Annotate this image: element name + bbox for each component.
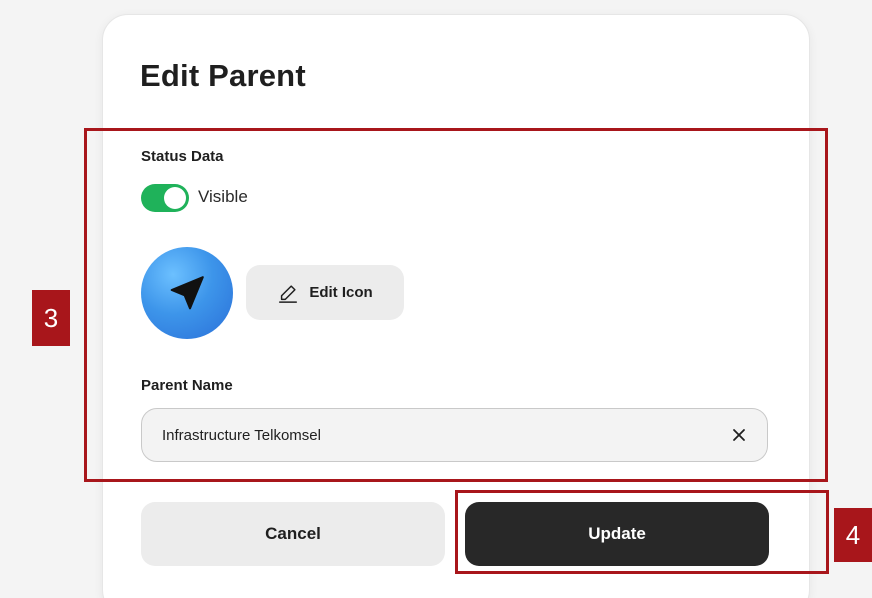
annotation-badge-4: 4 [834, 508, 872, 562]
annotation-badge-3: 3 [32, 290, 70, 346]
annotation-box-4 [455, 490, 829, 574]
cancel-button[interactable]: Cancel [141, 502, 445, 566]
dialog-title: Edit Parent [140, 58, 306, 93]
annotation-box-3 [84, 128, 828, 482]
screen: Edit Parent Status Data Visible Edit Ico… [0, 0, 872, 598]
